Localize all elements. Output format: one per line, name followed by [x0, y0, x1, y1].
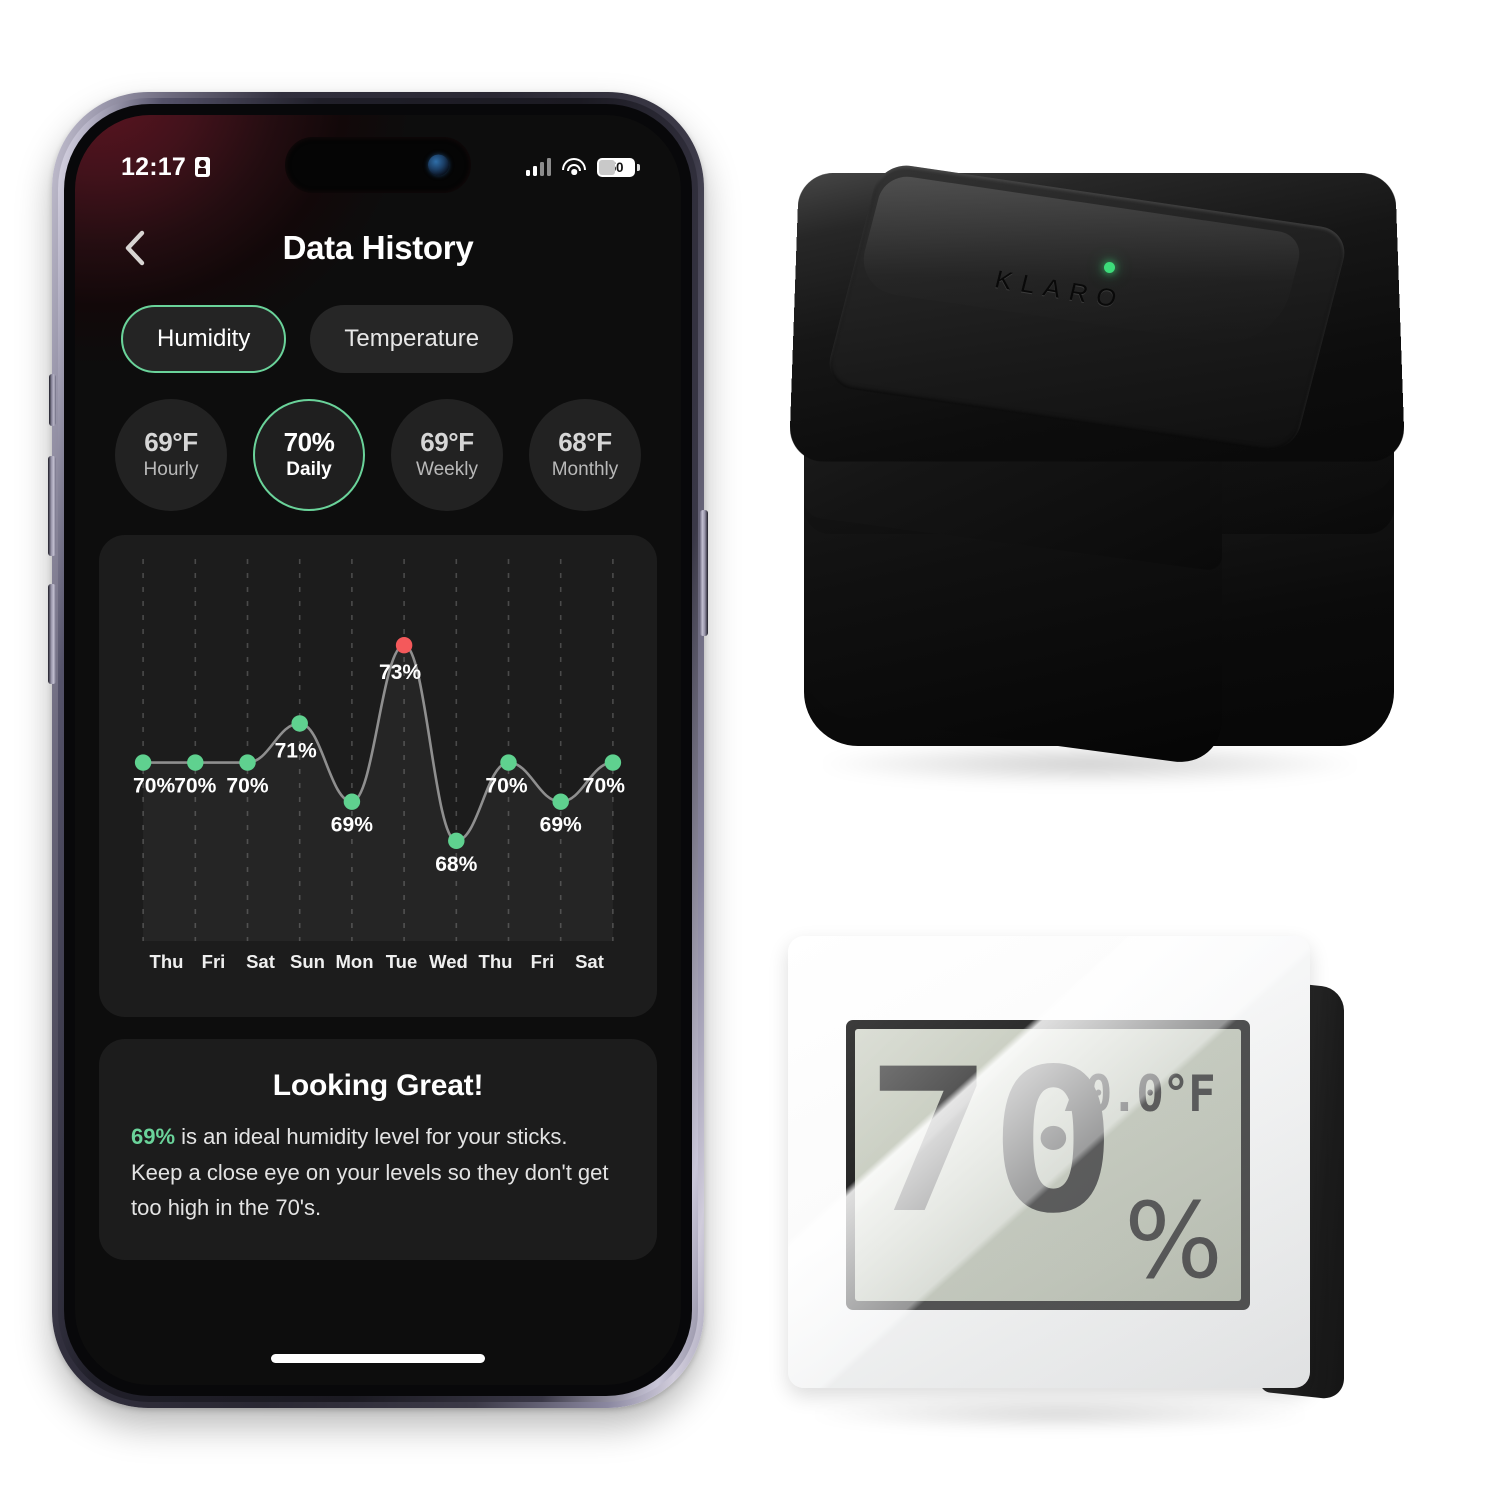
- chart-point-label: 70%: [133, 775, 175, 798]
- metric-monthly-value: 68°F: [558, 426, 612, 457]
- chart-x-tick-label: Fri: [530, 951, 555, 972]
- chart-x-tick-label: Sat: [575, 951, 604, 972]
- iphone-mockup: 12:17 50 Data History Humidity Temperatu…: [48, 92, 708, 1412]
- chart-point-label: 70%: [485, 775, 527, 798]
- tip-highlight-value: 69%: [131, 1124, 176, 1149]
- phone-screen: 12:17 50 Data History Humidity Temperatu…: [75, 115, 681, 1385]
- metric-type-tabs: Humidity Temperature: [75, 285, 681, 373]
- status-bar-right: 50: [525, 157, 640, 177]
- chart-point-label: 71%: [275, 739, 317, 762]
- chart-data-point[interactable]: [134, 754, 152, 771]
- tab-humidity[interactable]: Humidity: [121, 305, 287, 373]
- metric-daily-label: Daily: [286, 459, 332, 481]
- tip-body: 69% is an ideal humidity level for your …: [131, 1119, 625, 1226]
- chart-x-tick-label: Wed: [429, 951, 468, 972]
- metric-weekly[interactable]: 69°F Weekly: [391, 399, 503, 511]
- chart-data-point[interactable]: [343, 793, 361, 810]
- back-button[interactable]: [117, 230, 151, 266]
- status-tip-card: Looking Great! 69% is an ideal humidity …: [99, 1039, 657, 1260]
- chart-x-tick-label: Sat: [246, 951, 275, 972]
- metric-hourly[interactable]: 69°F Hourly: [115, 399, 227, 511]
- metric-summary-row: 69°F Hourly 70% Daily 69°F Weekly 68°F M…: [75, 373, 681, 511]
- metric-monthly-label: Monthly: [551, 459, 619, 481]
- chart-x-tick-label: Thu: [478, 951, 513, 972]
- tab-temperature-label: Temperature: [344, 325, 480, 352]
- chart-point-label: 69%: [331, 814, 373, 837]
- battery-fill: [599, 159, 615, 175]
- chart-data-point[interactable]: [448, 832, 465, 849]
- metric-weekly-label: Weekly: [416, 459, 478, 481]
- tip-title: Looking Great!: [272, 1069, 484, 1102]
- klaro-sensor-device: KLARO: [788, 158, 1414, 798]
- chart-point-label: 70%: [583, 775, 625, 798]
- chart-data-point[interactable]: [291, 715, 308, 732]
- status-bar-time: 12:17: [121, 152, 186, 181]
- battery-icon: 50: [597, 157, 640, 177]
- lock-portrait-icon: [194, 157, 210, 177]
- chart-data-point[interactable]: [500, 754, 517, 771]
- lcd-percent-symbol: %: [1124, 1180, 1223, 1301]
- wifi-icon: [562, 158, 586, 176]
- tip-body-text: is an ideal humidity level for your stic…: [131, 1124, 609, 1221]
- volume-up-button[interactable]: [48, 456, 56, 556]
- chart-x-tick-label: Tue: [385, 951, 418, 972]
- metric-weekly-value: 69°F: [420, 426, 474, 457]
- lcd-temperature-value: 70.0°F: [1059, 1065, 1216, 1123]
- chart-point-label: 69%: [540, 814, 582, 837]
- tab-humidity-label: Humidity: [157, 325, 251, 352]
- chart-data-point[interactable]: [187, 754, 204, 771]
- digital-hygrometer-device: 70 70.0°F %: [780, 928, 1360, 1440]
- metric-daily[interactable]: 70% Daily: [253, 399, 365, 511]
- status-bar: 12:17 50: [75, 115, 681, 193]
- chart-data-point[interactable]: [604, 754, 622, 771]
- metric-hourly-label: Hourly: [143, 459, 199, 481]
- phone-body: 12:17 50 Data History Humidity Temperatu…: [48, 92, 708, 1408]
- cellular-signal-icon: [525, 158, 551, 176]
- chart-x-tick-label: Sun: [290, 951, 325, 972]
- silent-switch-button[interactable]: [49, 374, 56, 426]
- metric-daily-value: 70%: [283, 426, 335, 457]
- metric-hourly-value: 69°F: [144, 426, 198, 457]
- app-navbar: Data History: [75, 211, 681, 285]
- power-button[interactable]: [700, 510, 708, 636]
- chart-data-point[interactable]: [395, 637, 413, 654]
- metric-monthly[interactable]: 68°F Monthly: [529, 399, 641, 511]
- chevron-left-icon: [125, 230, 145, 266]
- humidity-line-chart: 70%70% 70%71%69%73%68%70%69%70%: [133, 559, 625, 941]
- status-led-green-icon: [1104, 262, 1115, 273]
- humidity-history-chart-card: 70% 70% 70% 71% 69% 73% 68% 70% 69% 70% Thu Fri Sat…: [99, 535, 657, 1017]
- chart-x-axis-labels: Thu Fri Sat Sun Mon Tue Wed Thu Fri Sat: [117, 947, 639, 973]
- chart-point-label: 73%: [379, 661, 421, 684]
- chart-plot-area[interactable]: 70% 70% 70% 71% 69% 73% 68% 70% 69% 70%: [117, 549, 639, 947]
- chart-point-label: 68%: [435, 853, 477, 876]
- hygrometer-drop-shadow: [810, 1398, 1310, 1430]
- chart-x-tick-label: Thu: [149, 951, 184, 972]
- product-composite-image: 12:17 50 Data History Humidity Temperatu…: [0, 0, 1499, 1500]
- home-indicator[interactable]: [271, 1354, 485, 1363]
- chart-data-point[interactable]: [552, 793, 569, 810]
- chart-point-label: 70%: [174, 775, 216, 798]
- chart-x-tick-label: Mon: [335, 951, 374, 972]
- chart-x-tick-label: Fri: [201, 951, 226, 972]
- app-content: Data History Humidity Temperature 69°F H…: [75, 115, 681, 1385]
- status-bar-left: 12:17: [121, 153, 210, 182]
- lcd-frame: 70 70.0°F %: [846, 1020, 1250, 1310]
- tab-temperature[interactable]: Temperature: [310, 305, 514, 373]
- volume-down-button[interactable]: [48, 584, 56, 684]
- chart-data-point[interactable]: [239, 754, 256, 771]
- page-title: Data History: [282, 229, 474, 266]
- lcd-screen: 70 70.0°F %: [855, 1029, 1241, 1301]
- chart-point-label: 70%: [226, 775, 268, 798]
